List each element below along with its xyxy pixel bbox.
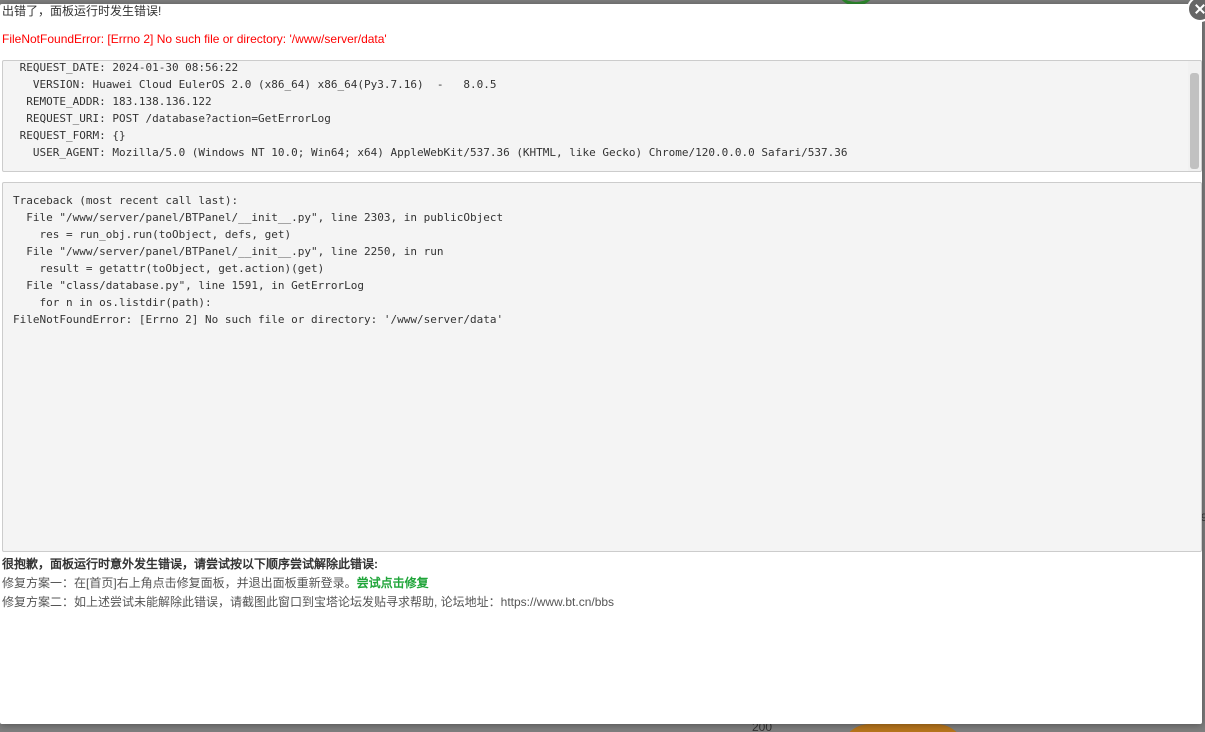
traceback-text: Traceback (most recent call last): File … [13, 194, 504, 326]
request-info-scrollbar[interactable] [1188, 61, 1200, 171]
fix-option-1-text: 修复方案一：在[首页]右上角点击修复面板，并退出面板重新登录。 [2, 576, 357, 590]
help-section: 很抱歉，面板运行时意外发生错误，请尝试按以下顺序尝试解除此错误: 修复方案一：在… [2, 555, 614, 612]
scrollbar-thumb[interactable] [1190, 73, 1199, 169]
error-message: FileNotFoundError: [Errno 2] No such fil… [2, 32, 387, 46]
request-info-text: REQUEST_DATE: 2024-01-30 08:56:22 VERSIO… [19, 61, 848, 159]
close-icon[interactable] [1187, 0, 1205, 22]
fix-option-2: 修复方案二：如上述尝试未能解除此错误，请截图此窗口到宝塔论坛发贴寻求帮助, 论坛… [2, 595, 615, 609]
fix-option-1: 修复方案一：在[首页]右上角点击修复面板，并退出面板重新登录。尝试点击修复 [2, 574, 614, 593]
error-dialog: 出错了，面板运行时发生错误! FileNotFoundError: [Errno… [0, 0, 1205, 724]
help-heading: 很抱歉，面板运行时意外发生错误，请尝试按以下顺序尝试解除此错误: [2, 557, 378, 571]
backdrop-gauge-arc [840, 724, 966, 732]
dialog-title: 出错了，面板运行时发生错误! [2, 4, 162, 18]
request-info-panel[interactable]: REQUEST_DATE: 2024-01-30 08:56:22 VERSIO… [2, 60, 1202, 172]
traceback-panel[interactable]: Traceback (most recent call last): File … [2, 182, 1202, 552]
try-repair-link[interactable]: 尝试点击修复 [357, 576, 429, 590]
